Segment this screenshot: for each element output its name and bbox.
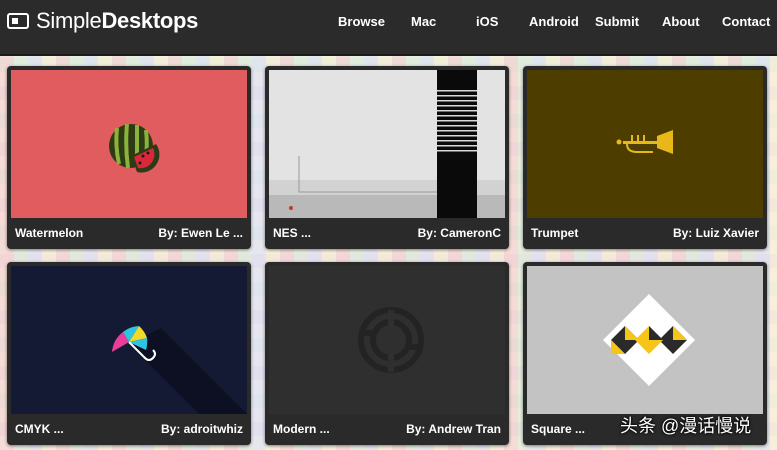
logo-text-bold: Desktops: [101, 8, 199, 33]
card-author[interactable]: By: adroitwhiz: [161, 422, 243, 436]
trumpet-illustration: [527, 70, 763, 218]
card-caption: Modern ... By: Andrew Tran: [273, 420, 501, 438]
wallpaper-card-trumpet[interactable]: Trumpet By: Luiz Xavier: [523, 66, 767, 249]
nav-mac[interactable]: Mac: [411, 14, 436, 29]
watermark-text: 头条 @漫话慢说: [620, 416, 752, 436]
nav-ios[interactable]: iOS: [476, 14, 498, 29]
nav-browse[interactable]: Browse: [338, 14, 385, 29]
watermelon-illustration: [11, 70, 247, 218]
site-logo[interactable]: SimpleDesktops: [7, 8, 198, 34]
wallpaper-thumbnail[interactable]: [269, 266, 505, 414]
card-author[interactable]: By: Ewen Le ...: [158, 226, 243, 240]
wallpaper-card-modern[interactable]: Modern ... By: Andrew Tran: [265, 262, 509, 445]
card-title[interactable]: CMYK ...: [15, 422, 64, 436]
card-caption: CMYK ... By: adroitwhiz: [15, 420, 243, 438]
nes-illustration: [269, 70, 505, 218]
wallpaper-card-watermelon[interactable]: Watermelon By: Ewen Le ...: [7, 66, 251, 249]
card-title[interactable]: Watermelon: [15, 226, 83, 240]
card-title[interactable]: Modern ...: [273, 422, 330, 436]
card-author[interactable]: By: Luiz Xavier: [673, 226, 759, 240]
logo-text-light: Simple: [36, 8, 102, 33]
card-caption: Watermelon By: Ewen Le ...: [15, 224, 243, 242]
wallpaper-thumbnail[interactable]: [11, 266, 247, 414]
square-diamond-illustration: [527, 266, 763, 414]
card-caption: Trumpet By: Luiz Xavier: [531, 224, 759, 242]
modern-circle-illustration: [269, 266, 505, 414]
card-title[interactable]: NES ...: [273, 226, 311, 240]
wallpaper-thumbnail[interactable]: [269, 70, 505, 218]
wallpaper-card-cmyk[interactable]: CMYK ... By: adroitwhiz: [7, 262, 251, 445]
nav-android[interactable]: Android: [529, 14, 579, 29]
top-nav-bar: SimpleDesktops Browse Mac iOS Android Su…: [0, 0, 777, 56]
wallpaper-card-nes[interactable]: NES ... By: CameronC: [265, 66, 509, 249]
logo-text: SimpleDesktops: [36, 8, 198, 34]
card-caption: NES ... By: CameronC: [273, 224, 501, 242]
card-author[interactable]: By: Andrew Tran: [406, 422, 501, 436]
wallpaper-thumbnail[interactable]: [527, 70, 763, 218]
nav-submit[interactable]: Submit: [595, 14, 639, 29]
nav-about[interactable]: About: [662, 14, 700, 29]
card-title[interactable]: Trumpet: [531, 226, 578, 240]
desktop-logo-icon: [7, 13, 29, 29]
card-title[interactable]: Square ...: [531, 422, 585, 436]
wallpaper-thumbnail[interactable]: [11, 70, 247, 218]
wallpaper-thumbnail[interactable]: [527, 266, 763, 414]
nav-contact[interactable]: Contact: [722, 14, 770, 29]
card-author[interactable]: By: CameronC: [418, 226, 501, 240]
umbrella-illustration: [11, 266, 247, 414]
